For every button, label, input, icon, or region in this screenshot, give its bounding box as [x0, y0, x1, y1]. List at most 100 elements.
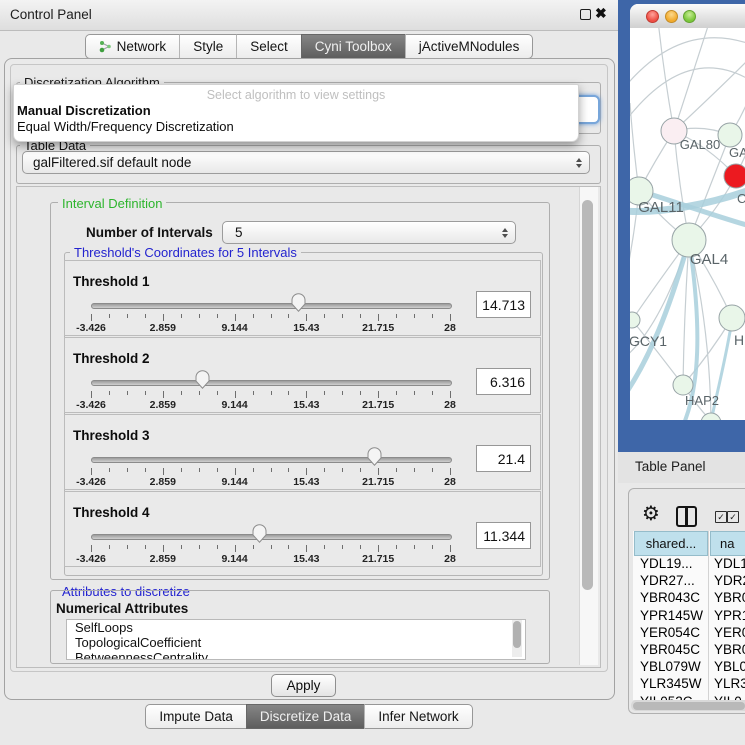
threshold-slider-thumb[interactable] [195, 370, 210, 389]
threshold-row-3: Threshold 3-3.4262.8599.14415.4321.71528… [64, 414, 541, 490]
numerical-attributes-list[interactable]: SelfLoopsTopologicalCoefficientBetweenne… [66, 619, 526, 660]
slider-tick-label: 21.715 [362, 399, 394, 411]
slider-tick [271, 545, 272, 549]
cell-shared-name: YDL19... [640, 556, 710, 571]
tab-jactivemnodules[interactable]: jActiveMNodules [405, 34, 534, 59]
slider-tick [378, 468, 379, 475]
tab-select-label: Select [250, 39, 288, 54]
tab-discretize-data[interactable]: Discretize Data [246, 704, 365, 729]
tab-cyni-toolbox[interactable]: Cyni Toolbox [301, 34, 405, 59]
table-row[interactable]: YBR043CYBR0 [633, 590, 745, 607]
columns-icon[interactable] [676, 506, 697, 527]
network-node-gcy1[interactable] [630, 312, 640, 328]
apply-button[interactable]: Apply [271, 674, 336, 697]
algorithm-option-manual-discretization[interactable]: Manual Discretization [14, 102, 578, 118]
attributes-scrollbar-thumb[interactable] [513, 621, 521, 648]
attribute-item-betweennesscentrality[interactable]: BetweennessCentrality [67, 650, 525, 660]
node-label-hap2: HAP2 [685, 393, 719, 408]
node-table: ⚙ ✓ ✓ shared... na YDL19...YDL1YDR27...Y… [628, 488, 745, 714]
column-header-shared-name[interactable]: shared... [634, 531, 708, 556]
threshold-slider-track[interactable] [91, 534, 452, 540]
table-row[interactable]: YDR27... YDR2 [633, 573, 745, 590]
attribute-item-selfloops[interactable]: SelfLoops [67, 620, 525, 635]
tab-style[interactable]: Style [179, 34, 236, 59]
slider-tick [181, 545, 182, 549]
slider-tick [181, 468, 182, 472]
network-node-h[interactable] [719, 305, 745, 331]
settings-scrollbar-thumb[interactable] [582, 200, 593, 590]
zoom-traffic-light-icon[interactable] [683, 10, 696, 23]
threshold-value-field[interactable]: 14.713 [476, 291, 531, 318]
table-row[interactable]: YPR145WYPR1 [633, 608, 745, 625]
threshold-value-field[interactable]: 11.344 [476, 522, 531, 549]
cell-name: YDR2 [714, 573, 745, 588]
slider-tick [450, 391, 451, 398]
cell-name: YER0 [714, 625, 745, 640]
numerical-attributes-label: Numerical Attributes [56, 601, 188, 616]
table-row[interactable]: YLR345WYLR3 [633, 676, 745, 693]
checkbox-icon[interactable]: ✓ [727, 511, 739, 523]
table-row[interactable]: YER054CYER0 [633, 625, 745, 642]
threshold-slider-track[interactable] [91, 303, 452, 309]
number-of-intervals-combo[interactable]: 5 [222, 221, 516, 244]
slider-tick-label: -3.426 [76, 476, 106, 488]
close-icon[interactable]: ✖ [595, 5, 607, 22]
network-node-ga[interactable] [718, 123, 742, 147]
threshold-slider-thumb[interactable] [291, 293, 306, 312]
slider-tick-label: 28 [444, 399, 456, 411]
minimize-traffic-light-icon[interactable] [665, 10, 678, 23]
algorithm-popup-hint: Select algorithm to view settings [14, 85, 578, 102]
number-of-intervals-label: Number of Intervals [86, 225, 213, 240]
close-traffic-light-icon[interactable] [646, 10, 659, 23]
column-header-name[interactable]: na [710, 531, 745, 556]
threshold-slider-thumb[interactable] [367, 447, 382, 466]
combo-stepper-icon [576, 158, 582, 168]
network-window-titlebar[interactable] [630, 4, 745, 29]
slider-tick-label: 28 [444, 322, 456, 334]
tab-discretize-data-label: Discretize Data [260, 709, 352, 724]
algorithm-option-equal-width-frequency-discretization[interactable]: Equal Width/Frequency Discretization [14, 118, 578, 134]
checkbox-icon[interactable]: ✓ [715, 511, 727, 523]
application-window: Control Panel ✖ NetworkStyleSelectCyni T… [0, 0, 745, 745]
threshold-label: Threshold 3 [73, 428, 150, 443]
slider-tick [288, 545, 289, 549]
tab-network[interactable]: Network [85, 34, 180, 59]
tab-impute-data[interactable]: Impute Data [145, 704, 246, 729]
network-graph[interactable]: GAL80GACGAL11GAL4GCY1HHAP2 [630, 28, 745, 420]
slider-tick [414, 545, 415, 549]
threshold-slider-track[interactable] [91, 380, 452, 386]
slider-tick [127, 468, 128, 472]
slider-tick [324, 391, 325, 395]
threshold-label: Threshold 2 [73, 351, 150, 366]
network-node-c[interactable] [724, 164, 745, 188]
table-row[interactable]: YBR045CYBR0 [633, 642, 745, 659]
threshold-slider-thumb[interactable] [252, 524, 267, 543]
table-row[interactable]: YBL079WYBL0 [633, 659, 745, 676]
threshold-value-field[interactable]: 6.316 [476, 368, 531, 395]
attribute-item-topologicalcoefficient[interactable]: TopologicalCoefficient [67, 635, 525, 650]
float-icon[interactable] [580, 9, 591, 20]
network-node-hap2[interactable] [673, 375, 693, 395]
slider-tick [450, 545, 451, 552]
slider-tick [288, 391, 289, 395]
slider-tick-label: 2.859 [150, 476, 176, 488]
slider-tick [432, 391, 433, 395]
thresholds-title: Threshold's Coordinates for 5 Intervals [70, 245, 301, 260]
threshold-value-field[interactable]: 21.4 [476, 445, 531, 472]
cell-shared-name: YDR27... [640, 573, 710, 588]
table-hscrollbar-thumb[interactable] [633, 702, 745, 710]
slider-tick [396, 468, 397, 472]
tab-select[interactable]: Select [236, 34, 301, 59]
slider-tick [360, 545, 361, 549]
slider-tick [109, 545, 110, 549]
tab-infer-network[interactable]: Infer Network [364, 704, 472, 729]
slider-tick [324, 545, 325, 549]
table-data-combo[interactable]: galFiltered.sif default node [22, 151, 590, 174]
node-label-gcy1: GCY1 [630, 333, 667, 349]
gear-icon[interactable]: ⚙ [642, 501, 660, 525]
table-row[interactable]: YDL19...YDL1 [633, 556, 745, 573]
slider-tick [163, 391, 164, 398]
threshold-slider-track[interactable] [91, 457, 452, 463]
threshold-label: Threshold 1 [73, 274, 150, 289]
slider-tick [145, 314, 146, 318]
